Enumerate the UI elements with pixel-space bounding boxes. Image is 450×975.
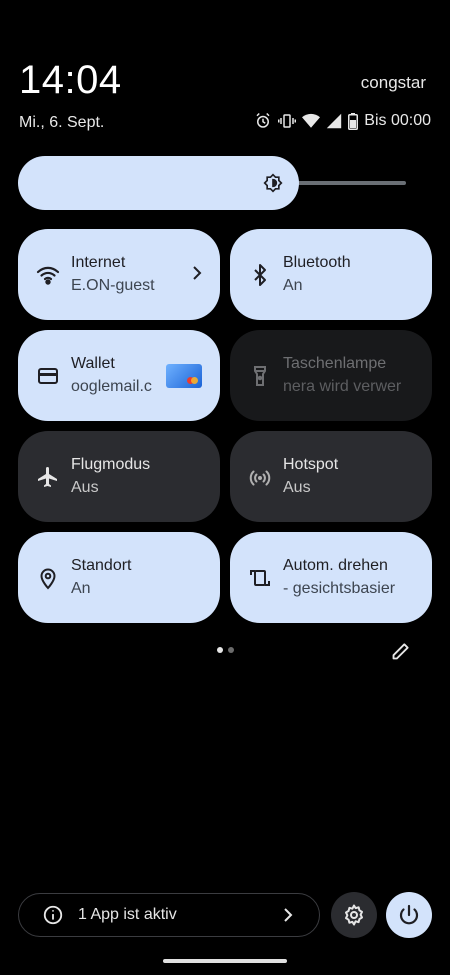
quick-settings-screen: 14:04 congstar Mi., 6. Sept. Bis 00:00 I… xyxy=(0,0,450,975)
tile-flashlight[interactable]: Taschenlampe nera wird verwer xyxy=(230,330,432,421)
wifi-icon xyxy=(302,113,321,129)
tile-internet[interactable]: Internet E.ON-guest xyxy=(18,229,220,320)
tile-subtitle: E.ON-guest xyxy=(71,277,155,294)
gear-icon xyxy=(345,904,363,926)
active-apps-button[interactable]: 1 App ist aktiv xyxy=(18,893,320,937)
tile-subtitle: nera wird verwer xyxy=(283,378,402,395)
tile-title: Autom. drehen xyxy=(283,557,388,574)
edit-pencil-icon[interactable] xyxy=(391,641,411,666)
chevron-right-icon xyxy=(283,907,293,928)
battery-text: Bis 00:00 xyxy=(364,112,431,129)
paypal-card-icon xyxy=(166,364,202,388)
tile-title: Standort xyxy=(71,557,132,574)
page-dot xyxy=(228,647,234,653)
tile-subtitle: Aus xyxy=(71,479,99,496)
active-apps-label: 1 App ist aktiv xyxy=(78,906,177,923)
cell-signal-icon xyxy=(326,113,342,129)
tile-hotspot[interactable]: Hotspot Aus xyxy=(230,431,432,522)
tile-auto-rotate[interactable]: Autom. drehen - gesichtsbasier xyxy=(230,532,432,623)
tile-airplane-mode[interactable]: Flugmodus Aus xyxy=(18,431,220,522)
chevron-right-icon[interactable] xyxy=(192,265,202,286)
settings-button[interactable] xyxy=(331,892,377,938)
info-icon xyxy=(42,904,64,931)
hotspot-icon xyxy=(248,465,272,489)
wifi-icon xyxy=(36,263,60,287)
carrier-name: congstar xyxy=(360,73,426,92)
status-icons: Bis 00:00 xyxy=(254,112,431,130)
tile-subtitle: An xyxy=(283,277,303,294)
tile-subtitle: ooglemail.c xyxy=(71,378,152,395)
clock[interactable]: 14:04 xyxy=(19,58,122,103)
power-icon xyxy=(399,904,419,925)
tile-bluetooth[interactable]: Bluetooth An xyxy=(230,229,432,320)
vibrate-icon xyxy=(278,112,297,130)
tile-title: Hotspot xyxy=(283,456,339,473)
tile-title: Flugmodus xyxy=(71,456,151,473)
brightness-fill[interactable] xyxy=(18,156,299,210)
tile-title: Internet xyxy=(71,254,126,271)
brightness-slider[interactable] xyxy=(18,156,408,210)
airplane-icon xyxy=(36,465,60,489)
brightness-icon xyxy=(263,173,283,198)
bluetooth-icon xyxy=(248,263,272,287)
auto-rotate-icon xyxy=(248,566,272,590)
alarm-icon xyxy=(254,112,272,130)
tile-wallet[interactable]: Wallet ooglemail.c xyxy=(18,330,220,421)
date[interactable]: Mi., 6. Sept. xyxy=(19,114,104,132)
tile-title: Wallet xyxy=(71,355,115,372)
tile-subtitle: An xyxy=(71,580,91,597)
tile-subtitle: - gesichtsbasier xyxy=(283,580,396,597)
power-button[interactable] xyxy=(386,892,432,938)
wallet-icon xyxy=(36,364,60,388)
page-indicator[interactable] xyxy=(217,647,234,653)
flashlight-icon xyxy=(248,364,272,388)
home-indicator[interactable] xyxy=(163,959,287,963)
tile-location[interactable]: Standort An xyxy=(18,532,220,623)
tile-subtitle: Aus xyxy=(283,479,311,496)
battery-icon xyxy=(348,112,359,130)
tile-title: Taschenlampe xyxy=(283,355,387,372)
tile-title: Bluetooth xyxy=(283,254,351,271)
page-dot-active xyxy=(217,647,223,653)
location-icon xyxy=(36,566,60,590)
